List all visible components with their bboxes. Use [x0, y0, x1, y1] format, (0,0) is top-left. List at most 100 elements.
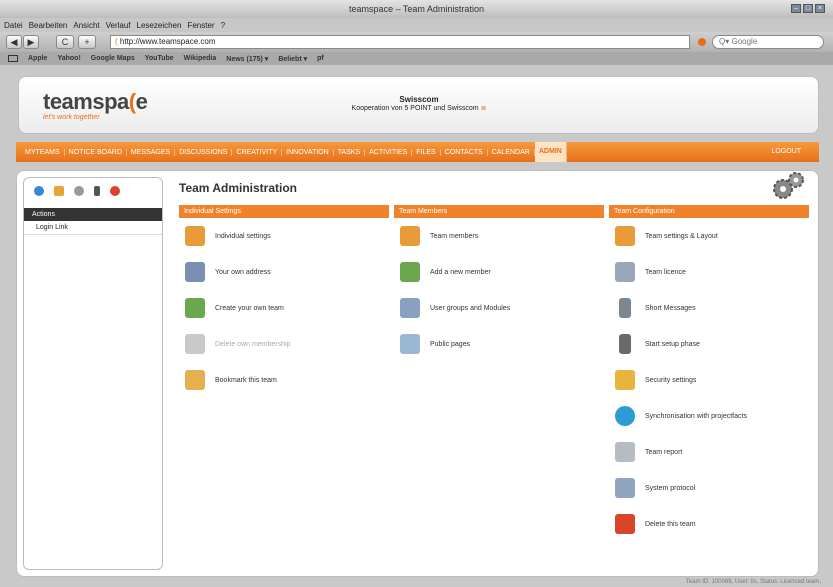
- rss-icon[interactable]: [698, 38, 706, 46]
- team-layout-icon: [615, 226, 635, 246]
- nav-admin[interactable]: ADMIN: [534, 142, 567, 162]
- bookmark-item[interactable]: pf: [317, 55, 324, 62]
- bookmark-item[interactable]: Wikipedia: [184, 55, 217, 62]
- delete-membership-link: Delete own membership: [179, 326, 389, 362]
- menu-datei[interactable]: Datei: [4, 21, 23, 30]
- status-footer: Team ID: 100069, User: lis, Status: Lice…: [685, 579, 821, 585]
- close-button[interactable]: ×: [815, 4, 825, 13]
- reload-button[interactable]: C: [56, 35, 74, 49]
- nav-calendar[interactable]: CALENDAR: [488, 148, 535, 156]
- partner-name: Swisscom: [399, 95, 439, 104]
- book-icon[interactable]: [8, 55, 18, 62]
- globe-icon[interactable]: [34, 186, 44, 196]
- bookmark-team-link[interactable]: Bookmark this team: [179, 362, 389, 398]
- nav-innovation[interactable]: INNOVATION: [282, 148, 334, 156]
- bookmark-item[interactable]: Beliebt ▾: [278, 55, 307, 63]
- team-members-link[interactable]: Team members: [394, 218, 604, 254]
- site-header: teamspa(e let's work together Swisscom K…: [18, 76, 819, 134]
- window-titlebar: teamspace – Team Administration – □ ×: [0, 0, 833, 18]
- own-address-link[interactable]: Your own address: [179, 254, 389, 290]
- team-report-link[interactable]: Team report: [609, 434, 809, 470]
- person-gear-icon: [185, 226, 205, 246]
- swisscom-logo-icon: ≣: [480, 105, 487, 112]
- url-field[interactable]: ( http://www.teamspace.com: [110, 35, 690, 49]
- nav-creativity[interactable]: CREATIVITY: [232, 148, 283, 156]
- content-panel: Actions Login Link Team Administration I…: [16, 170, 819, 577]
- sidebar-heading: Actions: [24, 208, 162, 221]
- menu-ansicht[interactable]: Ansicht: [73, 21, 99, 30]
- menu-verlauf[interactable]: Verlauf: [106, 21, 131, 30]
- nav-files[interactable]: FILES: [412, 148, 441, 156]
- user-groups-link[interactable]: User groups and Modules: [394, 290, 604, 326]
- menu-lesezeichen[interactable]: Lesezeichen: [137, 21, 182, 30]
- public-pages-icon: [400, 334, 420, 354]
- bookmark-item[interactable]: Apple: [28, 55, 47, 62]
- delete-membership-icon: [185, 334, 205, 354]
- bookmark-item[interactable]: Yahoo!: [57, 55, 80, 62]
- help-icon[interactable]: [110, 186, 120, 196]
- nav-tasks[interactable]: TASKS: [334, 148, 366, 156]
- column-heading: Team Configuration: [609, 205, 809, 218]
- system-protocol-link[interactable]: System protocol: [609, 470, 809, 506]
- nav-messages[interactable]: MESSAGES: [127, 148, 176, 156]
- menu-fenster[interactable]: Fenster: [187, 21, 214, 30]
- gears-icon: [773, 172, 804, 199]
- teamspace-logo[interactable]: teamspa(e: [43, 89, 148, 115]
- delete-team-link[interactable]: Delete this team: [609, 506, 809, 542]
- browser-toolbar: ◀ ▶ C + ( http://www.teamspace.com Q▾ Go…: [0, 32, 833, 52]
- nav-contacts[interactable]: CONTACTS: [441, 148, 488, 156]
- add-team-icon: [185, 298, 205, 318]
- public-pages-link[interactable]: Public pages: [394, 326, 604, 362]
- search-field[interactable]: Q▾ Google: [712, 35, 824, 49]
- logout-link[interactable]: LOGOUT: [771, 148, 801, 155]
- column-team-members: Team Members Team members Add a new memb…: [394, 205, 604, 362]
- nav-activities[interactable]: ACTIVITIES: [365, 148, 413, 156]
- minimize-button[interactable]: –: [791, 4, 801, 13]
- url-text: http://www.teamspace.com: [119, 37, 216, 46]
- logo-text: teamspa: [43, 89, 129, 114]
- maximize-button[interactable]: □: [803, 4, 813, 13]
- security-settings-link[interactable]: Security settings: [609, 362, 809, 398]
- bookmark-item[interactable]: Google Maps: [91, 55, 135, 62]
- team-settings-layout-link[interactable]: Team settings & Layout: [609, 218, 809, 254]
- logo-c-icon: (: [128, 89, 136, 114]
- nav-notice-board[interactable]: NOTICE BOARD: [65, 148, 127, 156]
- sidebar-toolbar: [24, 178, 162, 204]
- window-title: teamspace – Team Administration: [349, 4, 484, 14]
- team-licence-link[interactable]: Team licence: [609, 254, 809, 290]
- nav-myteams[interactable]: MYTEAMS: [21, 148, 65, 156]
- phone-icon: [619, 298, 631, 318]
- start-setup-link[interactable]: Start setup phase: [609, 326, 809, 362]
- add-member-icon: [400, 262, 420, 282]
- partner-subtitle: Kooperation von 5 POINT und Swisscom ≣: [351, 105, 487, 112]
- search-icon[interactable]: [74, 186, 84, 196]
- add-bookmark-button[interactable]: +: [78, 35, 96, 49]
- report-icon: [615, 442, 635, 462]
- window-controls: – □ ×: [791, 4, 825, 13]
- sync-icon: [615, 406, 635, 426]
- bookmark-item[interactable]: News (175) ▾: [226, 55, 268, 63]
- short-messages-link[interactable]: Short Messages: [609, 290, 809, 326]
- search-placeholder: Google: [731, 37, 758, 46]
- menu-help[interactable]: ?: [221, 21, 225, 30]
- sidebar-link-login[interactable]: Login Link: [24, 221, 162, 235]
- back-button[interactable]: ◀: [6, 35, 22, 49]
- person-icon[interactable]: [54, 186, 64, 196]
- bookmarks-bar: Apple Yahoo! Google Maps YouTube Wikiped…: [0, 52, 833, 65]
- column-team-configuration: Team Configuration Team settings & Layou…: [609, 205, 809, 542]
- menu-bar: Datei Bearbeiten Ansicht Verlauf Lesezei…: [0, 18, 833, 32]
- individual-settings-link[interactable]: Individual settings: [179, 218, 389, 254]
- lock-icon: [615, 370, 635, 390]
- menu-bearbeiten[interactable]: Bearbeiten: [29, 21, 68, 30]
- bookmark-item[interactable]: YouTube: [145, 55, 174, 62]
- column-heading: Team Members: [394, 205, 604, 218]
- add-member-link[interactable]: Add a new member: [394, 254, 604, 290]
- create-team-link[interactable]: Create your own team: [179, 290, 389, 326]
- web-page: teamspa(e let's work together Swisscom K…: [6, 66, 827, 587]
- phone-icon[interactable]: [94, 186, 100, 196]
- sync-projectfacts-link[interactable]: Synchronisation with projectfacts: [609, 398, 809, 434]
- nav-discussions[interactable]: DISCUSSIONS: [175, 148, 233, 156]
- user-groups-icon: [400, 298, 420, 318]
- forward-button[interactable]: ▶: [23, 35, 39, 49]
- bookmark-icon: [185, 370, 205, 390]
